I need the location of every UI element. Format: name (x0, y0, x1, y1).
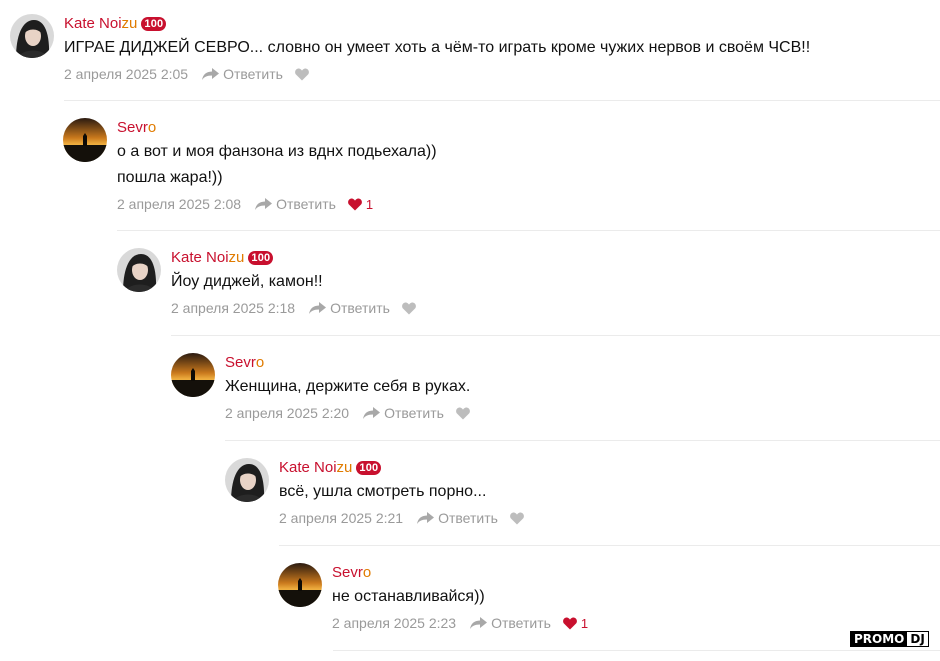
divider (171, 335, 940, 336)
author-name[interactable]: Kate Noizu (64, 14, 137, 34)
like-count: 1 (580, 615, 589, 631)
avatar[interactable] (63, 118, 107, 162)
comment: Kate Noizu 100 ИГРАЕ ДИДЖЕЙ СЕВРО... сло… (10, 14, 940, 84)
comment-text: всё, ушла смотреть порно... (279, 483, 487, 500)
promodj-watermark: PROMO DJ (850, 631, 929, 647)
comment-text: о а вот и моя фанзона из вднх подьехала)… (117, 143, 437, 186)
divider (225, 440, 940, 441)
reply-button[interactable]: Ответить (309, 300, 390, 316)
reply-button[interactable]: Ответить (202, 66, 283, 82)
like-count: 1 (365, 196, 374, 212)
heart-icon (563, 617, 577, 629)
divider (333, 650, 940, 651)
reply-arrow-icon (363, 407, 381, 419)
comment-text: ИГРАЕ ДИДЖЕЙ СЕВРО... словно он умеет хо… (64, 39, 811, 56)
comment-date: 2 апреля 2025 2:08 (117, 196, 242, 212)
level-badge: 100 (141, 17, 167, 31)
author-name[interactable]: Kate Noizu (279, 458, 352, 478)
reply-button[interactable]: Ответить (417, 510, 498, 526)
author-name[interactable]: Kate Noizu (171, 248, 244, 268)
reply-arrow-icon (255, 198, 273, 210)
reply-button[interactable]: Ответить (363, 405, 444, 421)
avatar[interactable] (117, 248, 161, 292)
heart-icon (402, 302, 416, 314)
avatar-kate-noizu-image (117, 248, 161, 292)
heart-icon (348, 198, 362, 210)
divider (64, 100, 940, 101)
reply-arrow-icon (417, 512, 435, 524)
heart-icon (456, 407, 470, 419)
divider (117, 230, 940, 231)
comment-date: 2 апреля 2025 2:05 (64, 66, 189, 82)
level-badge: 100 (356, 461, 382, 475)
level-badge: 100 (248, 251, 274, 265)
avatar-sevro-image (171, 353, 215, 397)
author-name[interactable]: Sevro (332, 563, 371, 583)
reply-arrow-icon (470, 617, 488, 629)
comment: Sevro о а вот и моя фанзона из вднх подь… (63, 118, 940, 214)
comment: Sevro Женщина, держите себя в руках. 2 а… (171, 353, 940, 423)
comment-date: 2 апреля 2025 2:20 (225, 405, 350, 421)
comment-text: Йоу диджей, камон!! (171, 273, 323, 290)
like-button[interactable]: 1 (563, 616, 588, 631)
comment: Kate Noizu 100 Йоу диджей, камон!! 2 апр… (117, 248, 940, 318)
comment-date: 2 апреля 2025 2:23 (332, 615, 457, 631)
avatar-kate-noizu-image (10, 14, 54, 58)
watermark-part-2: DJ (907, 632, 928, 646)
reply-button[interactable]: Ответить (470, 615, 551, 631)
avatar[interactable] (225, 458, 269, 502)
comment-thread: Kate Noizu 100 ИГРАЕ ДИДЖЕЙ СЕВРО... сло… (0, 0, 940, 661)
reply-button[interactable]: Ответить (255, 196, 336, 212)
comment-text: не останавливайся)) (332, 588, 485, 605)
heart-icon (510, 512, 524, 524)
comment-date: 2 апреля 2025 2:18 (171, 300, 296, 316)
like-button[interactable] (295, 68, 309, 81)
reply-arrow-icon (309, 302, 327, 314)
comment: Sevro не останавливайся)) 2 апреля 2025 … (278, 563, 940, 633)
avatar-sevro-image (63, 118, 107, 162)
author-name[interactable]: Sevro (117, 118, 156, 138)
comment-text: Женщина, держите себя в руках. (225, 378, 471, 395)
like-button[interactable] (456, 407, 470, 420)
divider (279, 545, 940, 546)
avatar-kate-noizu-image (225, 458, 269, 502)
watermark-part-1: PROMO (851, 632, 908, 646)
reply-arrow-icon (202, 68, 220, 80)
avatar[interactable] (10, 14, 54, 58)
avatar[interactable] (171, 353, 215, 397)
comment-date: 2 апреля 2025 2:21 (279, 510, 404, 526)
avatar-sevro-image (278, 563, 322, 607)
like-button[interactable]: 1 (348, 197, 373, 212)
heart-icon (295, 68, 309, 80)
comment: Kate Noizu 100 всё, ушла смотреть порно.… (225, 458, 940, 528)
avatar[interactable] (278, 563, 322, 607)
like-button[interactable] (510, 512, 524, 525)
author-name[interactable]: Sevro (225, 353, 264, 373)
like-button[interactable] (402, 302, 416, 315)
